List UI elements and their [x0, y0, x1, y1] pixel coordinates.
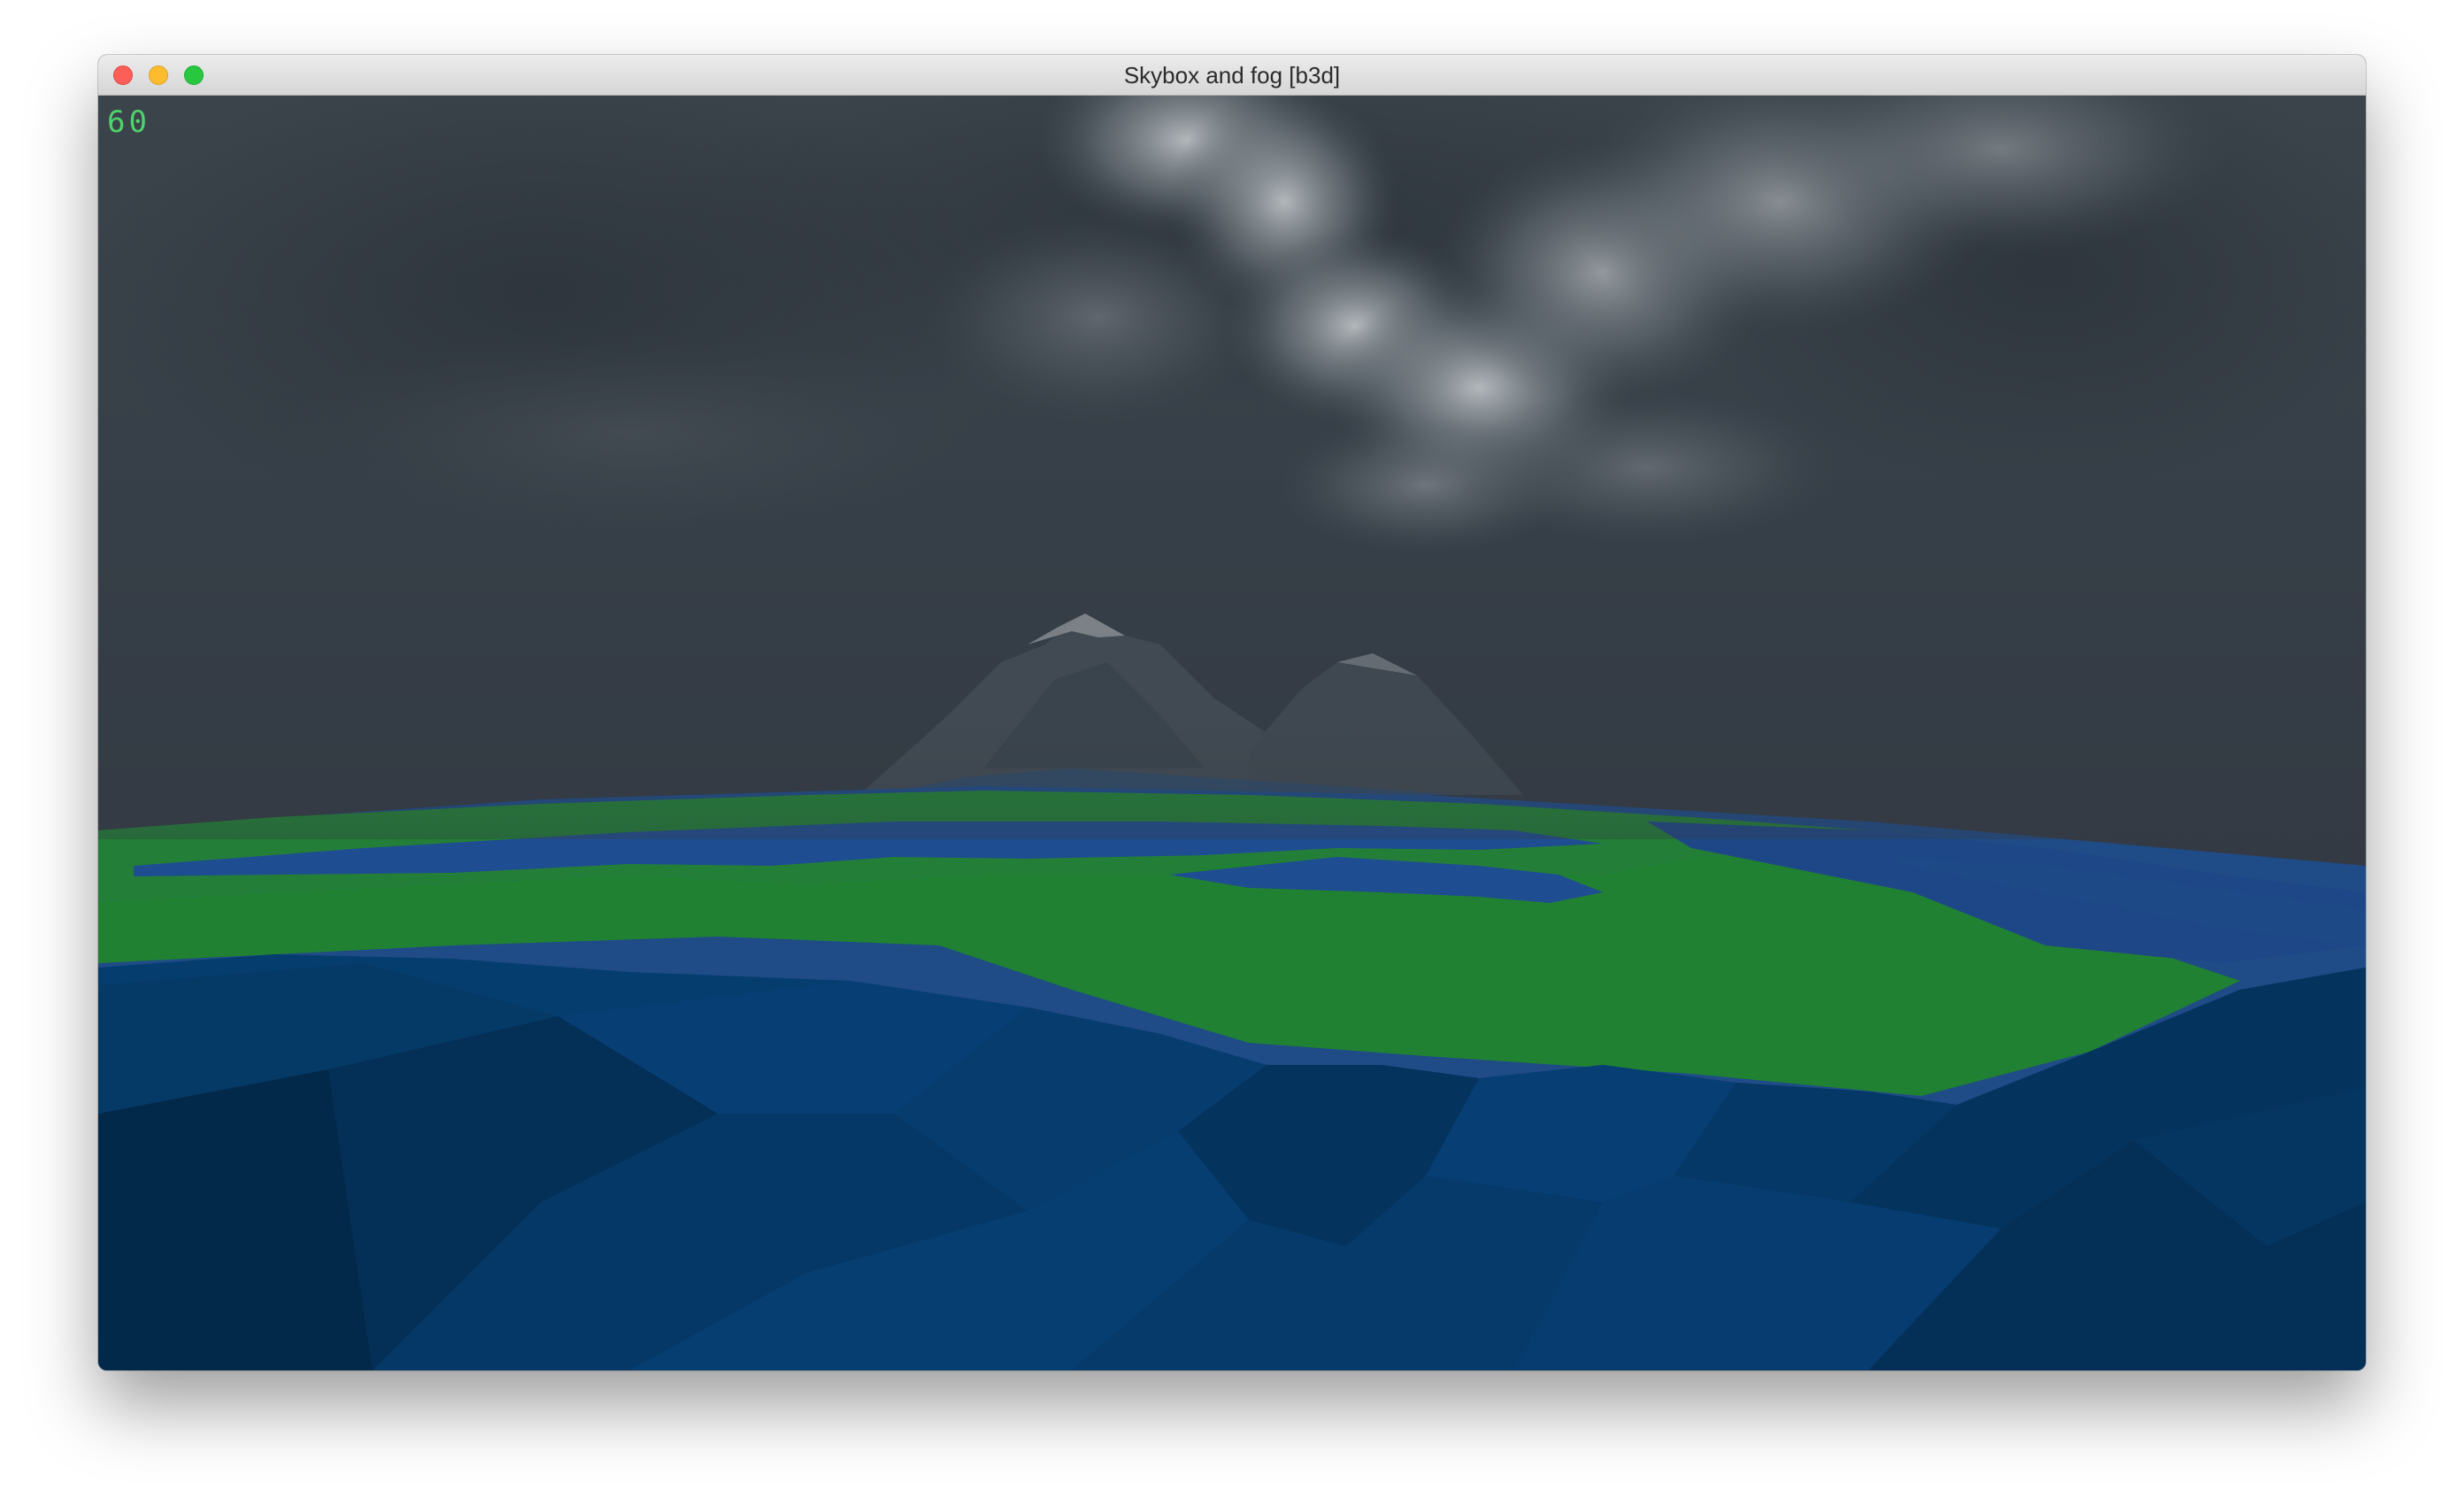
- fps-counter: 60: [107, 104, 150, 140]
- 3d-scene: [98, 96, 2366, 1370]
- title-bar[interactable]: Skybox and fog [b3d]: [98, 55, 2366, 96]
- app-window: Skybox and fog [b3d] 60: [98, 55, 2366, 1370]
- window-title: Skybox and fog [b3d]: [1123, 62, 1341, 89]
- render-viewport[interactable]: 60: [98, 96, 2366, 1370]
